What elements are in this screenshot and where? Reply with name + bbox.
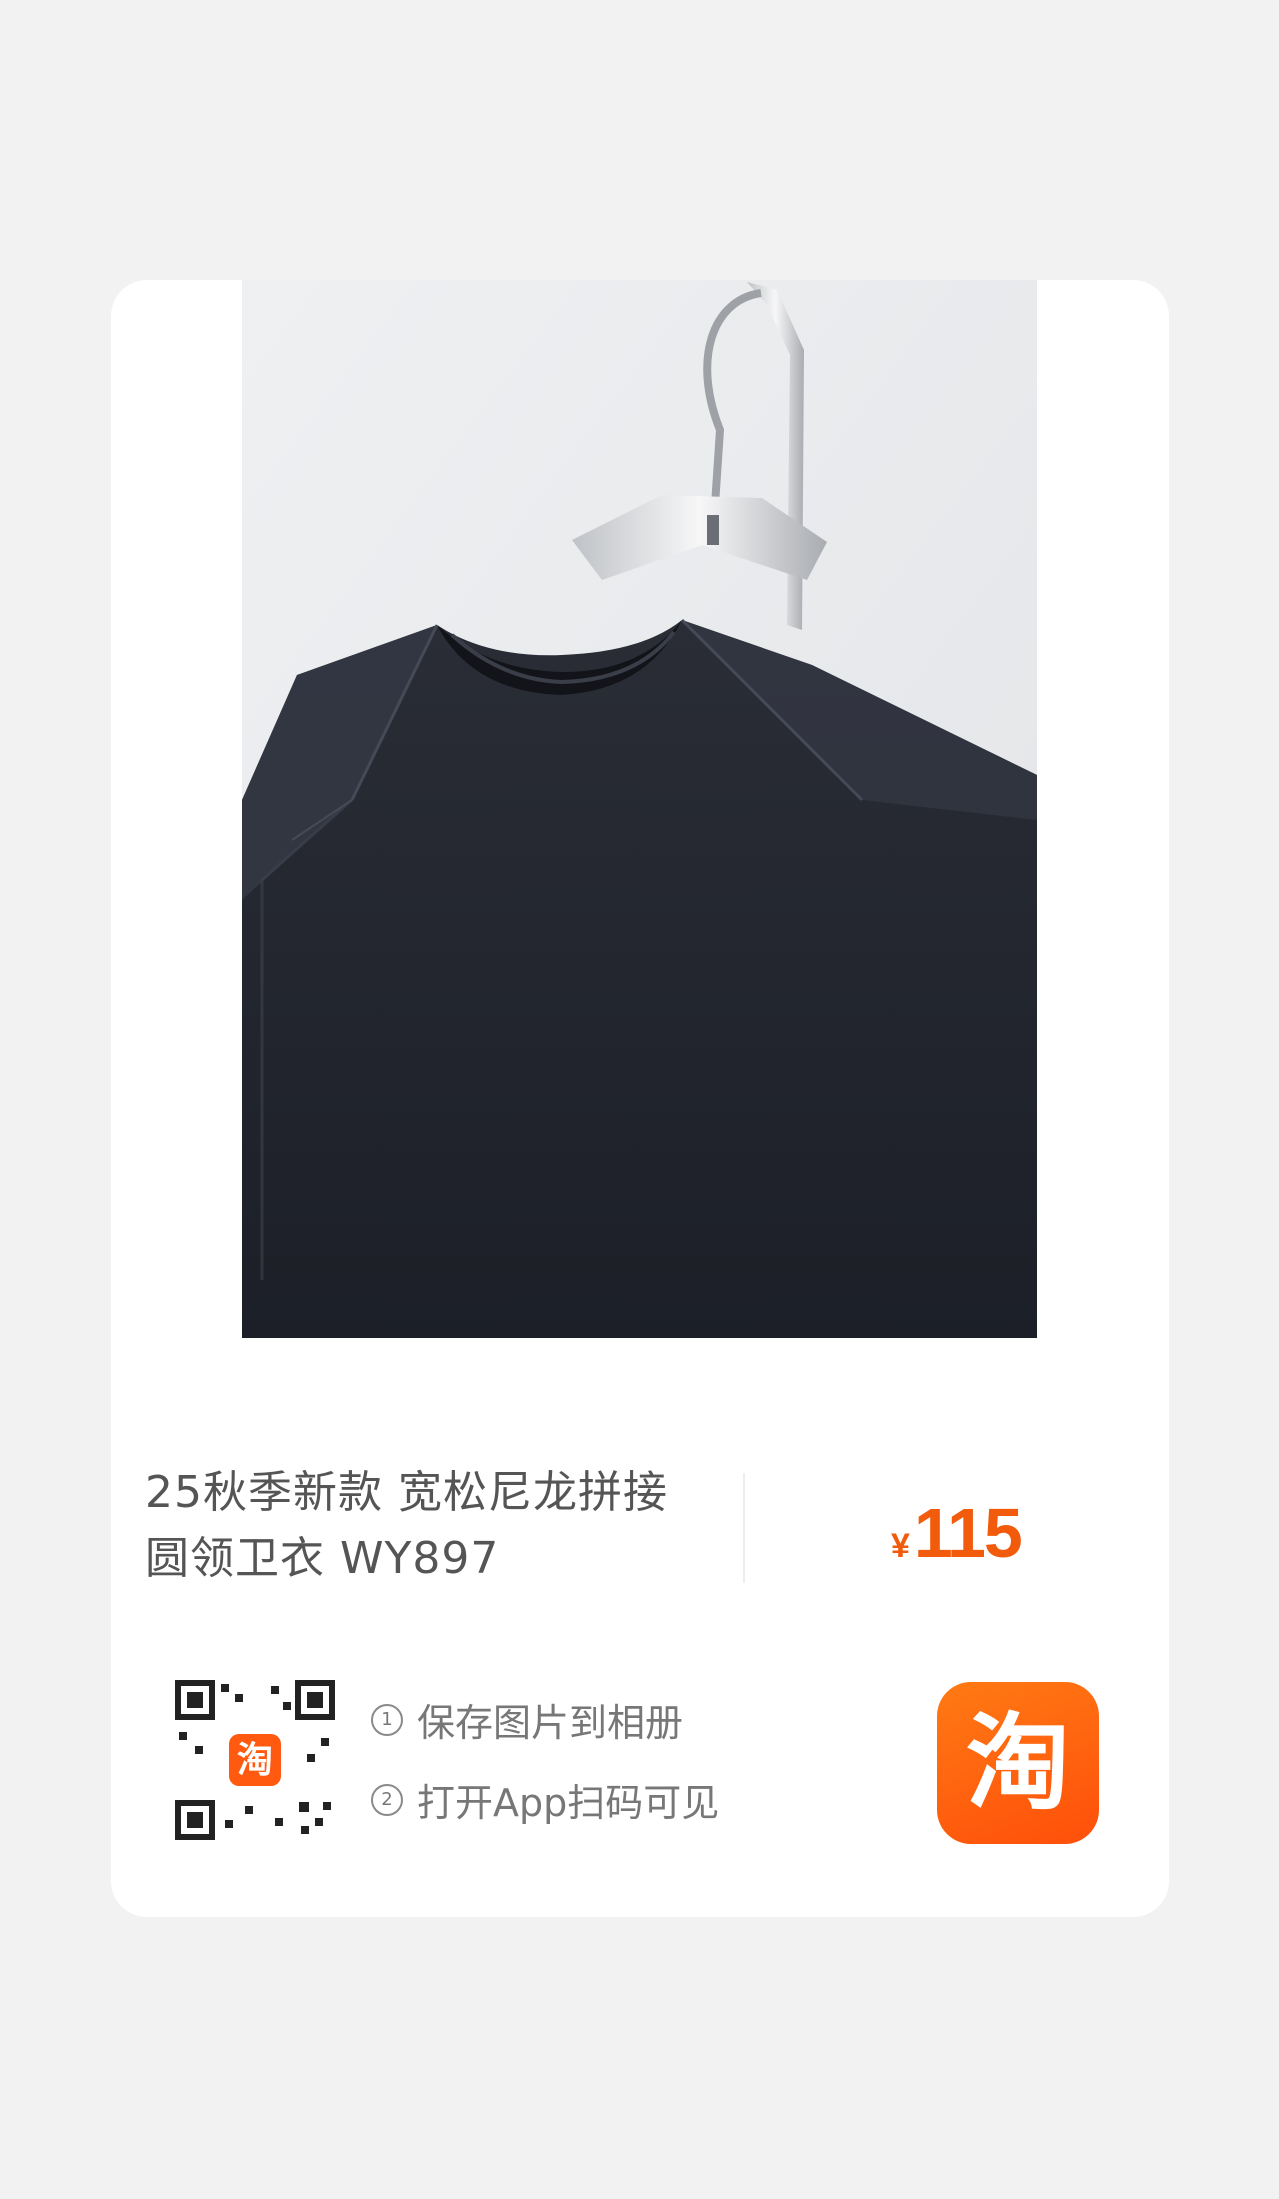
product-title-line1: 25秋季新款 宽松尼龙拼接 <box>145 1467 668 1518</box>
price-value: 115 <box>913 1494 1023 1572</box>
taobao-logo-icon[interactable]: 淘 <box>937 1682 1099 1844</box>
divider <box>743 1473 745 1583</box>
instruction-step-1: 1 保存图片到相册 <box>371 1692 683 1747</box>
app-icon-glyph: 淘 <box>965 1702 1070 1824</box>
price: ¥115 <box>891 1493 1023 1573</box>
instruction-step-2: 2 打开App扫码可见 <box>371 1772 719 1827</box>
product-image <box>242 280 1037 1338</box>
price-currency: ¥ <box>891 1527 910 1565</box>
step-text-1: 保存图片到相册 <box>417 1701 684 1745</box>
step-number-2: 2 <box>371 1783 403 1816</box>
product-title-line2: 圆领卫衣 WY897 <box>145 1533 500 1584</box>
step-number-1: 1 <box>371 1703 403 1736</box>
step-text-2: 打开App扫码可见 <box>417 1781 720 1825</box>
product-title[interactable]: 25秋季新款 宽松尼龙拼接 圆领卫衣 WY897 <box>145 1460 745 1592</box>
share-card: 25秋季新款 宽松尼龙拼接 圆领卫衣 WY897 ¥115 淘 1 保存图片到相… <box>111 280 1169 1917</box>
qr-code[interactable]: 淘 <box>175 1680 335 1840</box>
svg-text:淘: 淘 <box>237 1740 273 1781</box>
